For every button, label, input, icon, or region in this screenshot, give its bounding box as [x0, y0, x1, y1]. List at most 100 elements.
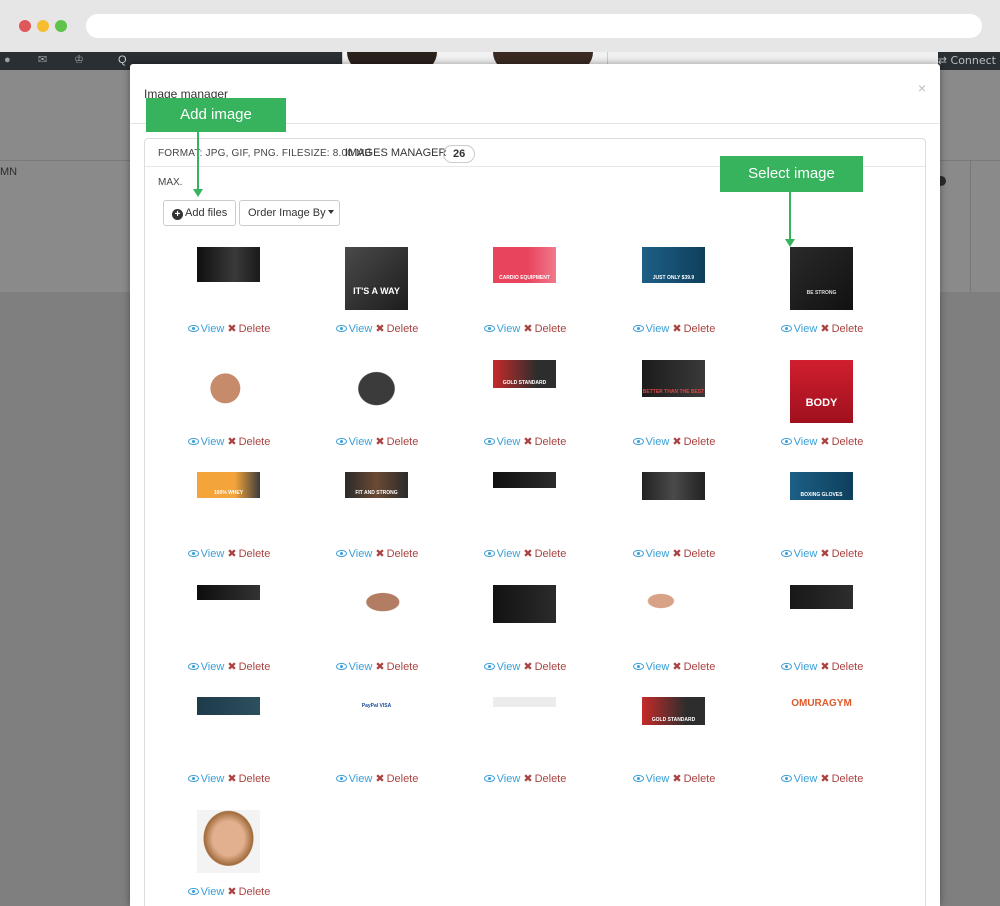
- order-label: Order Image By: [248, 207, 326, 219]
- view-link[interactable]: View: [187, 323, 224, 335]
- image-thumbnail[interactable]: [345, 585, 408, 648]
- view-link[interactable]: View: [187, 661, 224, 673]
- view-link[interactable]: View: [780, 323, 817, 335]
- view-link[interactable]: View: [632, 548, 669, 560]
- tile-actions: View ✖ Delete: [451, 322, 599, 335]
- delete-link[interactable]: ✖ Delete: [227, 886, 270, 898]
- delete-link[interactable]: ✖ Delete: [227, 661, 270, 673]
- view-link[interactable]: View: [335, 773, 372, 785]
- image-thumbnail[interactable]: IT'S A WAY: [345, 247, 408, 310]
- delete-link[interactable]: ✖ Delete: [375, 661, 418, 673]
- mail-icon: ✉: [38, 54, 48, 66]
- delete-link[interactable]: ✖ Delete: [523, 773, 566, 785]
- delete-link[interactable]: ✖ Delete: [820, 548, 863, 560]
- eye-icon: [780, 775, 792, 782]
- delete-link[interactable]: ✖ Delete: [227, 436, 270, 448]
- image-tile: PayPal VISA View ✖ Delete: [303, 697, 451, 797]
- view-link[interactable]: View: [632, 436, 669, 448]
- delete-label: Delete: [683, 661, 716, 673]
- image-thumbnail[interactable]: [493, 585, 556, 648]
- view-link[interactable]: View: [335, 661, 372, 673]
- view-link[interactable]: View: [187, 548, 224, 560]
- image-thumbnail[interactable]: [197, 697, 260, 760]
- view-link[interactable]: View: [335, 323, 372, 335]
- view-link[interactable]: View: [483, 548, 520, 560]
- view-link[interactable]: View: [187, 773, 224, 785]
- add-files-button[interactable]: + Add files: [163, 200, 236, 226]
- delete-link[interactable]: ✖ Delete: [820, 661, 863, 673]
- image-thumbnail[interactable]: BE STRONG: [790, 247, 853, 310]
- delete-link[interactable]: ✖ Delete: [672, 548, 715, 560]
- view-link[interactable]: View: [780, 661, 817, 673]
- view-link[interactable]: View: [780, 436, 817, 448]
- delete-link[interactable]: ✖ Delete: [820, 773, 863, 785]
- image-thumbnail[interactable]: JUST ONLY $39.9: [642, 247, 705, 310]
- delete-link[interactable]: ✖ Delete: [820, 436, 863, 448]
- image-thumbnail[interactable]: 100% WHEY: [197, 472, 260, 535]
- close-icon[interactable]: ×: [918, 80, 926, 96]
- view-link[interactable]: View: [632, 773, 669, 785]
- image-thumbnail[interactable]: FIT AND STRONG: [345, 472, 408, 535]
- delete-link[interactable]: ✖ Delete: [523, 661, 566, 673]
- view-link[interactable]: View: [187, 886, 224, 898]
- delete-label: Delete: [238, 661, 271, 673]
- delete-link[interactable]: ✖ Delete: [375, 323, 418, 335]
- image-tile: View ✖ Delete: [451, 585, 599, 685]
- tile-actions: View ✖ Delete: [748, 547, 896, 560]
- view-link[interactable]: View: [780, 773, 817, 785]
- view-link[interactable]: View: [187, 436, 224, 448]
- tile-actions: View ✖ Delete: [600, 772, 748, 785]
- image-thumbnail[interactable]: [197, 585, 260, 648]
- thumbnail-text: 100% WHEY: [213, 490, 244, 496]
- delete-link[interactable]: ✖ Delete: [672, 436, 715, 448]
- image-thumbnail[interactable]: [345, 360, 408, 423]
- delete-link[interactable]: ✖ Delete: [227, 548, 270, 560]
- image-thumbnail[interactable]: [197, 247, 260, 310]
- image-thumbnail[interactable]: GOLD STANDARD: [493, 360, 556, 423]
- image-thumbnail[interactable]: [790, 585, 853, 648]
- image-thumbnail[interactable]: [197, 360, 260, 423]
- view-link[interactable]: View: [632, 661, 669, 673]
- delete-link[interactable]: ✖ Delete: [523, 548, 566, 560]
- image-thumbnail[interactable]: [197, 810, 260, 873]
- delete-link[interactable]: ✖ Delete: [227, 773, 270, 785]
- address-bar[interactable]: [86, 14, 982, 38]
- delete-link[interactable]: ✖ Delete: [523, 436, 566, 448]
- image-thumbnail[interactable]: CARDIO EQUIPMENT: [493, 247, 556, 310]
- delete-link[interactable]: ✖ Delete: [672, 661, 715, 673]
- view-link[interactable]: View: [335, 548, 372, 560]
- image-thumbnail[interactable]: BETTER THAN THE BEST: [642, 360, 705, 423]
- image-thumbnail[interactable]: OMURAGYM: [790, 697, 853, 760]
- image-thumbnail[interactable]: PayPal VISA: [345, 697, 408, 760]
- close-window-icon[interactable]: [19, 20, 31, 32]
- view-link[interactable]: View: [632, 323, 669, 335]
- delete-link[interactable]: ✖ Delete: [375, 773, 418, 785]
- view-link[interactable]: View: [780, 548, 817, 560]
- image-thumbnail[interactable]: [493, 697, 556, 760]
- view-link[interactable]: View: [335, 436, 372, 448]
- delete-link[interactable]: ✖ Delete: [672, 323, 715, 335]
- image-thumbnail[interactable]: GOLD STANDARD: [642, 697, 705, 760]
- delete-link[interactable]: ✖ Delete: [672, 773, 715, 785]
- image-thumbnail[interactable]: BODY: [790, 360, 853, 423]
- delete-link[interactable]: ✖ Delete: [375, 436, 418, 448]
- order-image-by-dropdown[interactable]: Order Image By: [239, 200, 340, 226]
- maximize-window-icon[interactable]: [55, 20, 67, 32]
- view-link[interactable]: View: [483, 661, 520, 673]
- image-thumbnail[interactable]: [642, 472, 705, 535]
- delete-link[interactable]: ✖ Delete: [227, 323, 270, 335]
- image-tile: View ✖ Delete: [155, 585, 303, 685]
- delete-link[interactable]: ✖ Delete: [820, 323, 863, 335]
- image-thumbnail[interactable]: [493, 472, 556, 535]
- image-thumbnail[interactable]: BOXING GLOVES: [790, 472, 853, 535]
- delete-link[interactable]: ✖ Delete: [523, 323, 566, 335]
- image-thumbnail[interactable]: [642, 585, 705, 648]
- minimize-window-icon[interactable]: [37, 20, 49, 32]
- delete-link[interactable]: ✖ Delete: [375, 548, 418, 560]
- view-link[interactable]: View: [483, 436, 520, 448]
- background-box: [970, 160, 1000, 292]
- image-tile: GOLD STANDARD View ✖ Delete: [600, 697, 748, 797]
- tile-actions: View ✖ Delete: [155, 660, 303, 673]
- view-link[interactable]: View: [483, 773, 520, 785]
- view-link[interactable]: View: [483, 323, 520, 335]
